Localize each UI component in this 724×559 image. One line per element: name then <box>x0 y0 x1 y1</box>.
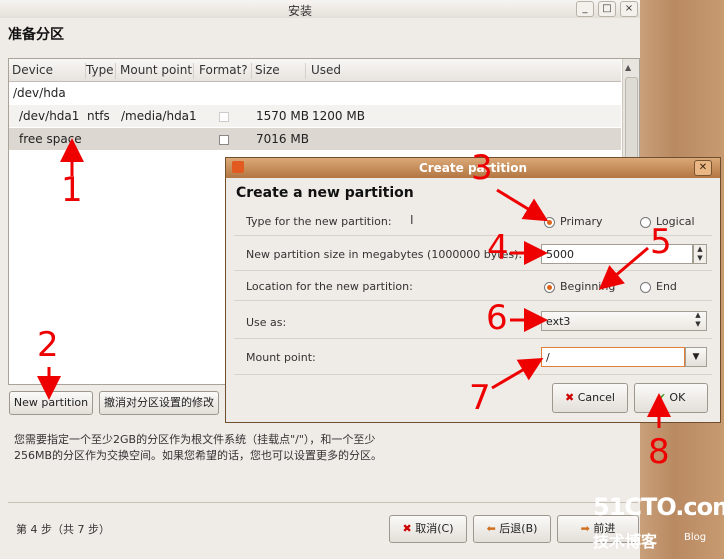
watermark-tag: Blog <box>684 532 707 543</box>
annotation-number: 3 <box>471 148 493 188</box>
annotation-number: 5 <box>650 222 672 262</box>
annotation-number: 1 <box>61 170 83 210</box>
annotation-number: 8 <box>648 432 670 472</box>
arrow-5 <box>598 246 649 290</box>
annotation-arrows <box>37 138 671 428</box>
watermark-brand: 51CTO.com <box>593 493 724 521</box>
arrow-7 <box>491 357 544 390</box>
arrow-3 <box>496 188 549 222</box>
annotation-number: 4 <box>487 228 509 268</box>
watermark-subtitle: 技术博客 <box>593 532 658 551</box>
annotation-number: 2 <box>37 325 59 365</box>
annotation-number: 6 <box>486 298 508 338</box>
annotation-number: 7 <box>469 378 491 418</box>
